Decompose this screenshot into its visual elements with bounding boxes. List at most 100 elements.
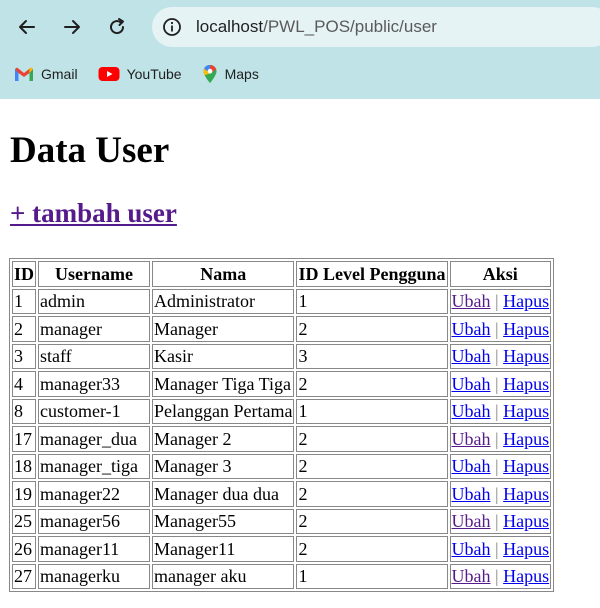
cell-aksi: Ubah | Hapus <box>449 316 552 342</box>
cell-aksi: Ubah | Hapus <box>449 288 552 314</box>
url-text[interactable]: localhost/PWL_POS/public/user <box>196 17 437 37</box>
cell-aksi: Ubah | Hapus <box>449 536 552 562</box>
cell-nama: Manager <box>152 316 295 342</box>
cell-username: staff <box>38 343 151 369</box>
reload-icon <box>110 18 125 35</box>
cell-id: 26 <box>12 536 37 562</box>
delete-link[interactable]: Hapus <box>503 374 549 394</box>
delete-link[interactable]: Hapus <box>503 346 549 366</box>
cell-nama: Manager 3 <box>152 453 295 479</box>
delete-link[interactable]: Hapus <box>503 429 549 449</box>
edit-link[interactable]: Ubah <box>452 374 491 394</box>
cell-username: manager22 <box>38 481 151 507</box>
cell-nama: Kasir <box>152 343 295 369</box>
cell-username: manager_dua <box>38 426 151 452</box>
delete-link[interactable]: Hapus <box>503 401 549 421</box>
bookmark-label: Gmail <box>41 66 78 82</box>
delete-link[interactable]: Hapus <box>503 484 549 504</box>
back-button[interactable] <box>12 12 42 42</box>
bookmark-maps[interactable]: Maps <box>202 64 259 84</box>
forward-arrow-icon <box>64 20 80 34</box>
bookmark-label: YouTube <box>126 66 182 82</box>
cell-aksi: Ubah | Hapus <box>449 453 552 479</box>
bookmark-gmail[interactable]: Gmail <box>14 66 78 82</box>
cell-id: 3 <box>12 343 37 369</box>
cell-id: 27 <box>12 563 37 589</box>
page-title: Data User <box>10 130 170 171</box>
cell-username: managerku <box>38 563 151 589</box>
cell-aksi: Ubah | Hapus <box>449 563 552 589</box>
edit-link[interactable]: Ubah <box>452 566 491 586</box>
table-row: 19 manager22 Manager dua dua 2 Ubah | Hapus <box>12 481 552 507</box>
youtube-icon <box>98 67 120 81</box>
forward-button[interactable] <box>57 12 87 42</box>
edit-link[interactable]: Ubah <box>452 319 491 339</box>
table-row: 4 manager33 Manager Tiga Tiga 2 Ubah | Hapus <box>12 371 552 397</box>
cell-id: 25 <box>12 508 37 534</box>
table-row: 2 manager Manager 2 Ubah | Hapus <box>12 316 552 342</box>
user-table: ID Username Nama ID Level Pengguna Aksi … <box>9 258 555 592</box>
cell-id: 2 <box>12 316 37 342</box>
cell-level: 2 <box>296 536 448 562</box>
bookmark-youtube[interactable]: YouTube <box>98 66 182 82</box>
edit-link[interactable]: Ubah <box>452 539 491 559</box>
delete-link[interactable]: Hapus <box>503 566 549 586</box>
cell-level: 2 <box>296 316 448 342</box>
cell-id: 8 <box>12 398 37 424</box>
edit-link[interactable]: Ubah <box>452 429 491 449</box>
cell-level: 1 <box>296 398 448 424</box>
cell-id: 17 <box>12 426 37 452</box>
cell-level: 2 <box>296 426 448 452</box>
delete-link[interactable]: Hapus <box>503 511 549 531</box>
cell-nama: Manager 2 <box>152 426 295 452</box>
header-nama: Nama <box>152 261 295 287</box>
maps-icon <box>203 65 217 83</box>
cell-nama: Manager55 <box>152 508 295 534</box>
url-path: /PWL_POS/public/user <box>263 17 437 36</box>
cell-aksi: Ubah | Hapus <box>449 398 552 424</box>
table-row: 25 manager56 Manager55 2 Ubah | Hapus <box>12 508 552 534</box>
add-user-link[interactable]: + tambah user <box>10 196 177 230</box>
table-body: 1 admin Administrator 1 Ubah | Hapus 2 manager… <box>12 288 552 589</box>
cell-nama: Pelanggan Pertama <box>152 398 295 424</box>
edit-link[interactable]: Ubah <box>452 346 491 366</box>
header-level: ID Level Pengguna <box>296 261 448 287</box>
cell-id: 19 <box>12 481 37 507</box>
info-icon <box>163 18 181 36</box>
cell-nama: Manager11 <box>152 536 295 562</box>
edit-link[interactable]: Ubah <box>452 401 491 421</box>
cell-nama: manager aku <box>152 563 295 589</box>
edit-link[interactable]: Ubah <box>452 511 491 531</box>
cell-aksi: Ubah | Hapus <box>449 508 552 534</box>
delete-link[interactable]: Hapus <box>503 539 549 559</box>
action-separator: | <box>495 318 499 339</box>
table-row: 18 manager_tiga Manager 3 2 Ubah | Hapus <box>12 453 552 479</box>
cell-nama: Administrator <box>152 288 295 314</box>
action-separator: | <box>495 346 499 367</box>
address-bar[interactable]: localhost/PWL_POS/public/user <box>152 7 600 47</box>
cell-id: 18 <box>12 453 37 479</box>
gmail-icon <box>15 67 33 81</box>
cell-username: manager56 <box>38 508 151 534</box>
cell-aksi: Ubah | Hapus <box>449 481 552 507</box>
table-header-row: ID Username Nama ID Level Pengguna Aksi <box>12 261 552 287</box>
action-separator: | <box>495 373 499 394</box>
cell-level: 1 <box>296 288 448 314</box>
edit-link[interactable]: Ubah <box>452 291 491 311</box>
cell-level: 2 <box>296 508 448 534</box>
edit-link[interactable]: Ubah <box>452 456 491 476</box>
header-username: Username <box>38 261 151 287</box>
delete-link[interactable]: Hapus <box>503 319 549 339</box>
table-row: 27 managerku manager aku 1 Ubah | Hapus <box>12 563 552 589</box>
cell-level: 3 <box>296 343 448 369</box>
edit-link[interactable]: Ubah <box>452 484 491 504</box>
bookmarks-bar: Gmail YouTube Maps <box>0 58 600 90</box>
delete-link[interactable]: Hapus <box>503 291 549 311</box>
site-info-button[interactable] <box>158 13 186 41</box>
cell-username: customer-1 <box>38 398 151 424</box>
page-content: Data User + tambah user ID Username Nama… <box>9 99 600 592</box>
action-separator: | <box>495 483 499 504</box>
delete-link[interactable]: Hapus <box>503 456 549 476</box>
reload-button[interactable] <box>102 12 132 42</box>
cell-nama: Manager dua dua <box>152 481 295 507</box>
